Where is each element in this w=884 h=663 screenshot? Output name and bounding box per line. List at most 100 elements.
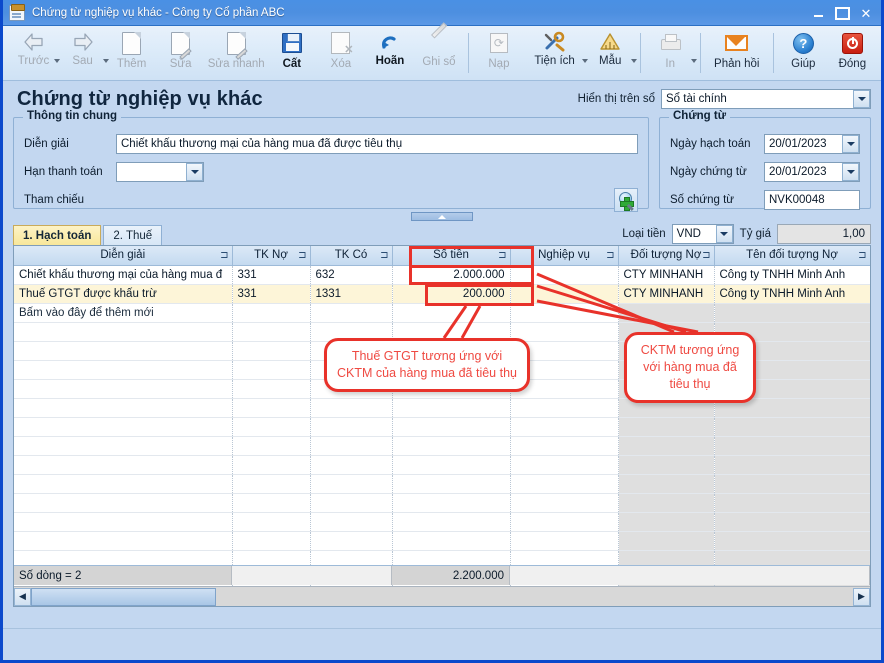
- toolbar-button-truoc[interactable]: Trước: [9, 28, 58, 79]
- undo-icon: [378, 31, 402, 53]
- form-area: Thông tin chung Diễn giải Chiết khấu thư…: [3, 117, 881, 209]
- dien-giai-label: Diễn giải: [24, 138, 116, 150]
- so-chung-tu-input[interactable]: NVK00048: [764, 190, 860, 210]
- field-row-so-chung-tu: Số chứng từ NVK00048: [670, 188, 860, 212]
- page-title: Chứng từ nghiệp vụ khác: [17, 88, 263, 111]
- toolbar-label: Sau: [72, 55, 92, 67]
- edit-page-icon: [168, 31, 194, 56]
- loai-tien-value: VND: [677, 228, 701, 240]
- toolbar-separator: [468, 33, 469, 73]
- toolbar-label: Nạp: [488, 58, 509, 70]
- tools-icon: [543, 31, 567, 53]
- arrow-right-icon: [71, 31, 95, 53]
- close-icon[interactable]: ✕: [855, 3, 877, 23]
- toolbar-button-xoa[interactable]: Xóa: [316, 28, 365, 79]
- field-row-dien-giai: Diễn giải Chiết khấu thương mại của hàng…: [24, 132, 638, 156]
- toolbar-label: Đóng: [839, 58, 867, 70]
- toolbar-button-them[interactable]: Thêm: [107, 28, 156, 79]
- toolbar-label: Tiện ích: [534, 55, 574, 67]
- chevron-down-icon[interactable]: [186, 163, 203, 181]
- chevron-down-icon[interactable]: [853, 90, 870, 108]
- tham-chieu-label: Tham chiếu: [24, 194, 116, 206]
- field-row-ngay-hach-toan: Ngày hạch toán 20/01/2023: [670, 132, 860, 156]
- magnifier-plus-icon[interactable]: [614, 188, 638, 212]
- entries-grid: Diễn giải⊐ TK Nợ⊐ TK Có⊐ Số tiền⊐ Nghiệp…: [13, 245, 871, 607]
- window-controls: ✕: [807, 0, 877, 26]
- chevron-down-icon[interactable]: [842, 163, 859, 181]
- help-icon: ?: [790, 31, 816, 56]
- display-book-group: Hiển thị trên sổ Sổ tài chính: [578, 89, 871, 109]
- arrow-left-icon: [22, 31, 46, 53]
- ngay-hach-toan-value: 20/01/2023: [769, 138, 827, 150]
- tab-label: 2. Thuế: [113, 230, 152, 242]
- toolbar-label: Xóa: [331, 58, 351, 70]
- tab-hach-toan[interactable]: 1. Hạch toán: [13, 225, 101, 245]
- dien-giai-input[interactable]: Chiết khấu thương mại của hàng mua đã đư…: [116, 134, 638, 154]
- so-chung-tu-value: NVK00048: [769, 194, 825, 206]
- document-group: Chứng từ Ngày hạch toán 20/01/2023 Ngày …: [659, 117, 871, 209]
- display-book-label: Hiển thị trên sổ: [578, 93, 655, 105]
- ngay-chung-tu-datepicker[interactable]: 20/01/2023: [764, 162, 860, 182]
- window-title: Chứng từ nghiệp vụ khác - Công ty Cổ phầ…: [32, 7, 285, 19]
- loai-tien-select[interactable]: VND: [672, 224, 734, 244]
- toolbar-button-cat[interactable]: Cất: [267, 28, 316, 79]
- minimize-icon[interactable]: [807, 3, 829, 23]
- chevron-down-icon[interactable]: [691, 59, 697, 63]
- toolbar-button-hoan[interactable]: Hoãn: [365, 28, 414, 79]
- field-row-tham-chieu: Tham chiếu: [24, 188, 638, 212]
- pencil-icon: [428, 32, 450, 54]
- ty-gia-label: Tỷ giá: [740, 228, 771, 240]
- toolbar-label: In: [665, 58, 675, 70]
- toolbar-label: Cất: [283, 58, 302, 70]
- toolbar-label: Sửa nhanh: [208, 58, 265, 70]
- tab-bar: 1. Hạch toán 2. Thuế Loại tiền VND Tỷ gi…: [3, 223, 881, 245]
- chevron-down-icon[interactable]: [716, 225, 733, 243]
- toolbar-button-tien-ich[interactable]: Tiện ích: [523, 28, 585, 79]
- field-row-han-thanh-toan: Hạn thanh toán: [24, 160, 638, 184]
- toolbar-separator: [640, 33, 641, 73]
- maximize-icon[interactable]: [831, 3, 853, 23]
- print-icon: [657, 31, 683, 56]
- toolbar: Trước Sau Thêm Sửa Sửa nhanh Cất: [3, 26, 881, 81]
- document-legend: Chứng từ: [669, 110, 730, 122]
- han-thanh-toan-label: Hạn thanh toán: [24, 166, 116, 178]
- save-icon: [279, 31, 305, 56]
- toolbar-button-ghi-so[interactable]: Ghi sổ: [414, 28, 463, 79]
- toolbar-button-mau[interactable]: Mẫu: [586, 28, 635, 79]
- toolbar-button-phan-hoi[interactable]: Phản hồi: [706, 28, 768, 79]
- tab-thue[interactable]: 2. Thuế: [103, 225, 162, 245]
- chevron-down-icon[interactable]: [631, 59, 637, 63]
- toolbar-separator: [773, 33, 774, 73]
- page-header: Chứng từ nghiệp vụ khác Hiển thị trên sổ…: [3, 81, 881, 117]
- toolbar-label: Mẫu: [599, 55, 621, 67]
- chevron-down-icon[interactable]: [842, 135, 859, 153]
- application-window: Chứng từ nghiệp vụ khác - Công ty Cổ phầ…: [0, 0, 884, 663]
- quick-edit-icon: [223, 31, 249, 56]
- currency-group: Loại tiền VND Tỷ giá 1,00: [622, 224, 871, 245]
- status-bar: [3, 628, 881, 660]
- collapse-handle-icon[interactable]: [411, 212, 473, 221]
- toolbar-button-sua[interactable]: Sửa: [156, 28, 205, 79]
- display-book-select[interactable]: Sổ tài chính: [661, 89, 871, 109]
- tab-label: 1. Hạch toán: [23, 230, 91, 242]
- toolbar-label: Sửa: [170, 58, 192, 70]
- toolbar-button-sua-nhanh[interactable]: Sửa nhanh: [205, 28, 267, 79]
- ruler-icon: [598, 31, 622, 53]
- callout-discount: CKTM tương ứng với hàng mua đã tiêu thụ: [624, 332, 756, 403]
- ty-gia-input[interactable]: 1,00: [777, 224, 871, 244]
- dien-giai-value: Chiết khấu thương mại của hàng mua đã đư…: [121, 138, 402, 150]
- toolbar-button-dong[interactable]: Đóng: [828, 28, 877, 79]
- han-thanh-toan-select[interactable]: [116, 162, 204, 182]
- ngay-hach-toan-datepicker[interactable]: 20/01/2023: [764, 134, 860, 154]
- toolbar-button-giup[interactable]: ? Giúp: [779, 28, 828, 79]
- toolbar-label: Ghi sổ: [422, 56, 455, 68]
- close-power-icon: [839, 31, 865, 56]
- toolbar-label: Hoãn: [376, 55, 405, 67]
- add-page-icon: [119, 31, 145, 56]
- toolbar-button-nap[interactable]: ⟳ Nạp: [474, 28, 523, 79]
- toolbar-button-in[interactable]: In: [646, 28, 695, 79]
- toolbar-label: Thêm: [117, 58, 146, 70]
- toolbar-label: Giúp: [791, 58, 815, 70]
- delete-icon: [328, 31, 354, 56]
- toolbar-button-sau[interactable]: Sau: [58, 28, 107, 79]
